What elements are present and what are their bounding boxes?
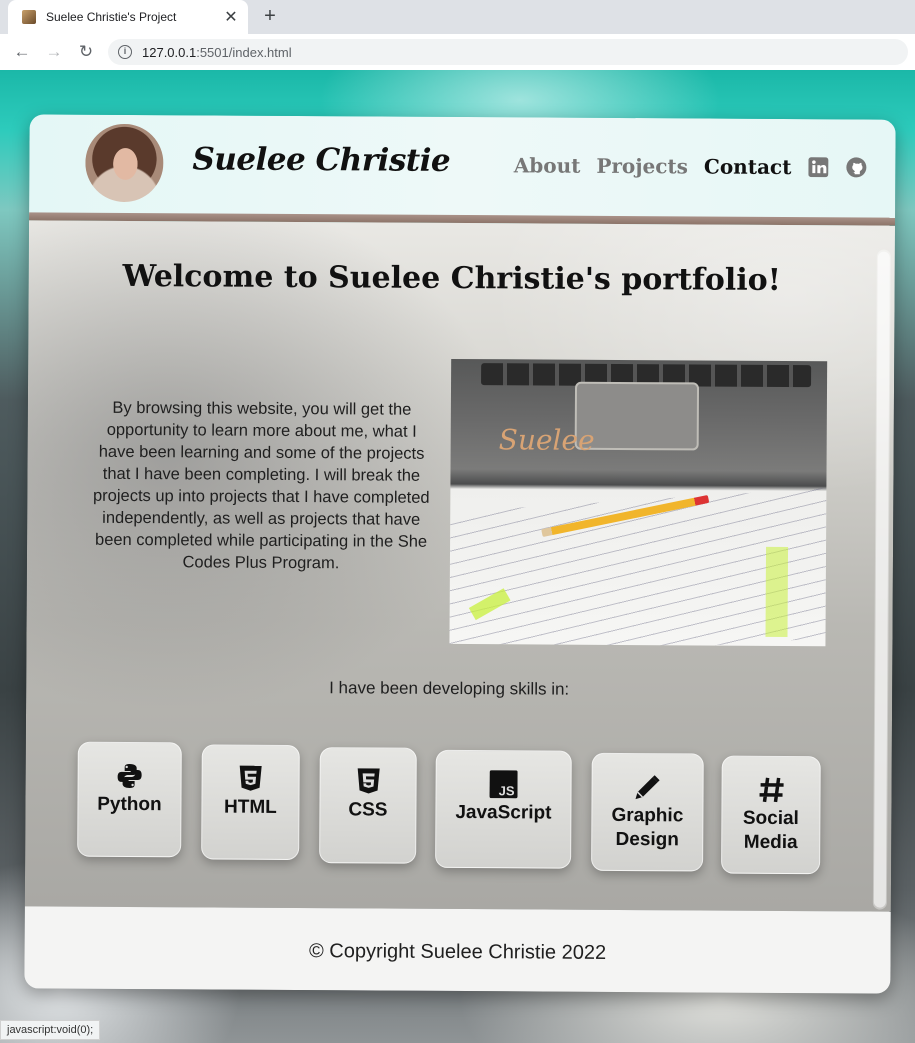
linkedin-icon[interactable] (807, 156, 829, 178)
reload-button[interactable]: ↻ (70, 42, 102, 62)
page-background: Suelee Christie About Projects Contact W… (0, 70, 915, 1043)
github-icon[interactable] (845, 156, 867, 178)
intro-text: By browsing this website, you will get t… (92, 398, 430, 573)
nav-link-about[interactable]: About (514, 153, 581, 177)
main-content: Welcome to Suelee Christie's portfolio! … (24, 220, 896, 912)
skill-card-html: HTML (201, 744, 300, 861)
site-nav: About Projects Contact (514, 153, 868, 179)
address-bar[interactable]: i 127.0.0.1:5501/index.html (108, 39, 908, 65)
skill-label: JavaScript (455, 801, 552, 824)
new-tab-button[interactable]: + (258, 5, 282, 28)
nav-link-contact[interactable]: Contact (704, 154, 792, 179)
close-tab-icon[interactable]: ✕ (220, 7, 242, 27)
status-bar-url: javascript:void(0); (0, 1020, 101, 1040)
skill-card-social-media: Social Media (721, 755, 821, 875)
tab-title: Suelee Christie's Project (46, 10, 177, 24)
skill-label: Graphic Design (611, 804, 684, 851)
avatar (85, 123, 164, 203)
skill-card-graphic-design: Graphic Design (591, 752, 704, 872)
pencil-icon (632, 772, 662, 802)
site-footer: © Copyright Suelee Christie 2022 (24, 906, 891, 994)
page-title: Welcome to Suelee Christie's portfolio! (122, 258, 781, 298)
browser-toolbar: ← → ↻ i 127.0.0.1:5501/index.html (0, 34, 915, 70)
svg-text:JS: JS (499, 783, 515, 798)
portfolio-card: Suelee Christie About Projects Contact W… (24, 114, 896, 994)
highlighter-mark (765, 546, 789, 638)
css3-icon (356, 766, 380, 796)
skill-label: CSS (348, 799, 388, 821)
info-icon[interactable]: i (118, 45, 132, 59)
skills-grid: Python HTML CSS JS JavaScript Graphic De… (77, 741, 824, 877)
browser-tab-strip: Suelee Christie's Project ✕ + (0, 0, 915, 34)
skills-heading: I have been developing skills in: (329, 678, 570, 699)
nav-link-projects[interactable]: Projects (596, 154, 688, 179)
favicon-icon (22, 10, 36, 24)
laptop-notes-photo: Suelee (449, 358, 828, 647)
skill-card-css: CSS (319, 747, 417, 864)
html5-icon (239, 764, 263, 794)
copyright-text: © Copyright Suelee Christie 2022 (308, 940, 607, 964)
forward-button[interactable]: → (38, 42, 70, 62)
js-icon: JS (489, 769, 518, 799)
skill-label: HTML (223, 796, 277, 818)
back-button[interactable]: ← (6, 42, 38, 62)
browser-tab[interactable]: Suelee Christie's Project ✕ (8, 0, 248, 34)
site-brand[interactable]: Suelee Christie (192, 141, 450, 179)
skill-label: Python (97, 793, 162, 816)
python-icon (116, 761, 144, 791)
skill-card-javascript: JS JavaScript (435, 749, 572, 869)
laptop-sticker-logo: Suelee (498, 423, 595, 457)
skill-card-python: Python (77, 741, 182, 858)
hashtag-icon (757, 775, 785, 805)
site-header: Suelee Christie About Projects Contact (29, 114, 896, 220)
skill-label: Social Media (742, 807, 799, 854)
url-text: 127.0.0.1:5501/index.html (142, 44, 292, 60)
